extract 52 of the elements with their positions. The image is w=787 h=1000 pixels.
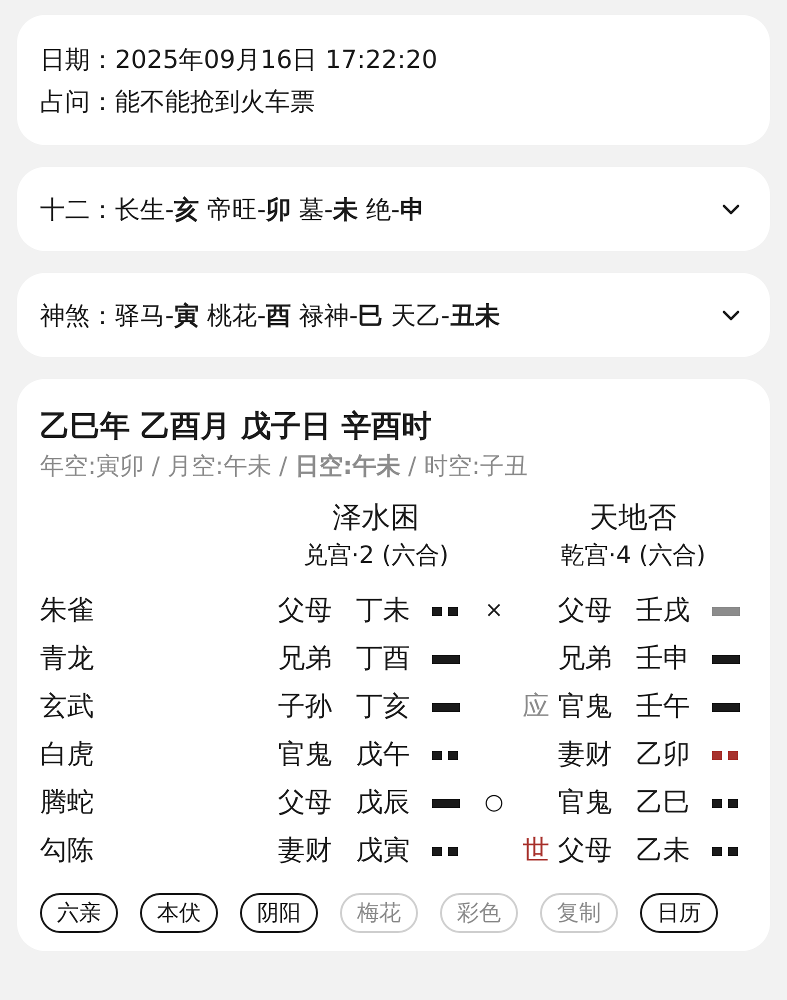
stem-branch-label: 戊寅 bbox=[356, 834, 410, 868]
hexagram-name: 天地否 bbox=[588, 499, 678, 536]
stem-branch-label: 乙未 bbox=[636, 834, 690, 868]
relation-label: 父母 bbox=[278, 786, 332, 820]
relation-label: 兄弟 bbox=[558, 642, 612, 676]
relation-label: 官鬼 bbox=[278, 738, 332, 772]
panel-label: 神煞： bbox=[40, 300, 115, 332]
hexagram-palace: 兑宫·2 (六合) bbox=[302, 540, 450, 571]
stem-branch-label: 丁亥 bbox=[356, 690, 410, 724]
toggle-chip[interactable]: 日历 bbox=[640, 893, 718, 933]
moving-line-mark: ○ bbox=[484, 789, 504, 817]
relation-label: 父母 bbox=[558, 594, 612, 628]
stem-branch-label: 乙巳 bbox=[636, 786, 690, 820]
six-spirit-label: 白虎 bbox=[40, 738, 94, 772]
relation-label: 父母 bbox=[278, 594, 332, 628]
stem-branch-label: 壬申 bbox=[636, 642, 690, 676]
self-line-mark: 世 bbox=[522, 834, 550, 868]
relation-label: 父母 bbox=[558, 834, 612, 868]
six-spirit-label: 青龙 bbox=[40, 642, 94, 676]
toggle-chip[interactable]: 本伏 bbox=[140, 893, 218, 933]
six-spirit-label: 腾蛇 bbox=[40, 786, 94, 820]
stem-branch-label: 壬戌 bbox=[636, 594, 690, 628]
six-spirit-label: 勾陈 bbox=[40, 834, 94, 868]
relation-label: 妻财 bbox=[278, 834, 332, 868]
toggle-chip[interactable]: 阴阳 bbox=[240, 893, 318, 933]
moving-line-mark: × bbox=[484, 597, 504, 625]
field-label: 占问： bbox=[40, 86, 115, 118]
stem-branch-label: 壬午 bbox=[636, 690, 690, 724]
hexagram-palace: 乾宫·4 (六合) bbox=[559, 540, 707, 571]
field-value: 2025年09月16日 17:22:20 bbox=[115, 44, 438, 76]
response-line-mark: 应 bbox=[522, 690, 550, 724]
panel-label: 十二： bbox=[40, 194, 115, 226]
hexagram-name: 泽水困 bbox=[332, 499, 420, 536]
toggle-chip[interactable]: 六亲 bbox=[40, 893, 118, 933]
void-branches: 年空:寅卯 / 月空:午未 / 日空:午未 / 时空:子丑 bbox=[40, 451, 529, 482]
field-value: 能不能抢到火车票 bbox=[115, 86, 315, 118]
six-spirit-label: 朱雀 bbox=[40, 594, 94, 628]
field-label: 日期： bbox=[40, 44, 115, 76]
panel-text: 长生-亥 帝旺-卯 墓-未 绝-申 bbox=[115, 194, 425, 226]
stem-branch-label: 戊辰 bbox=[356, 786, 410, 820]
chart-title: 乙巳年 乙酉月 戊子日 辛酉时 bbox=[40, 408, 432, 446]
stem-branch-label: 乙卯 bbox=[636, 738, 690, 772]
six-spirit-label: 玄武 bbox=[40, 690, 94, 724]
relation-label: 官鬼 bbox=[558, 786, 612, 820]
relation-label: 兄弟 bbox=[278, 642, 332, 676]
relation-label: 子孙 bbox=[278, 690, 332, 724]
stem-branch-label: 丁未 bbox=[356, 594, 410, 628]
relation-label: 官鬼 bbox=[558, 690, 612, 724]
stem-branch-label: 戊午 bbox=[356, 738, 410, 772]
stem-branch-label: 丁酉 bbox=[356, 642, 410, 676]
panel-text: 驿马-寅 桃花-酉 禄神-巳 天乙-丑未 bbox=[115, 300, 500, 332]
relation-label: 妻财 bbox=[558, 738, 612, 772]
